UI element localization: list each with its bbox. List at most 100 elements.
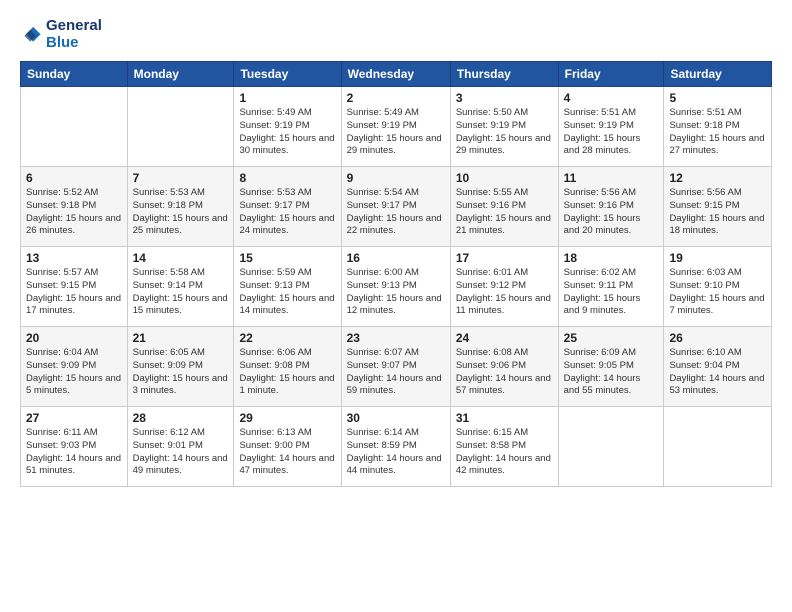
day-info: Sunrise: 5:58 AM Sunset: 9:14 PM Dayligh… xyxy=(133,267,229,318)
calendar-cell: 8 Sunrise: 5:53 AM Sunset: 9:17 PM Daylig… xyxy=(234,167,341,247)
day-number: 4 xyxy=(564,91,659,105)
day-number: 30 xyxy=(347,411,445,425)
day-info: Sunrise: 5:54 AM Sunset: 9:17 PM Dayligh… xyxy=(347,187,445,238)
day-info: Sunrise: 6:09 AM Sunset: 9:05 PM Dayligh… xyxy=(564,347,659,398)
day-info: Sunrise: 6:12 AM Sunset: 9:01 PM Dayligh… xyxy=(133,427,229,478)
calendar-cell: 3Sunrise: 5:50 AM Sunset: 9:19 PM Daylig… xyxy=(450,87,558,167)
calendar-cell: 6Sunrise: 5:52 AM Sunset: 9:18 PM Daylig… xyxy=(21,167,128,247)
day-number: 1 xyxy=(239,91,335,105)
calendar-cell: 16 Sunrise: 6:00 AM Sunset: 9:13 PM Dayli… xyxy=(341,247,450,327)
day-number: 19 xyxy=(669,251,766,265)
day-number: 27 xyxy=(26,411,122,425)
calendar-cell: 25 Sunrise: 6:09 AM Sunset: 9:05 PM Dayli… xyxy=(558,327,664,407)
day-info: Sunrise: 5:53 AM Sunset: 9:18 PM Dayligh… xyxy=(133,187,229,238)
day-info: Sunrise: 5:56 AM Sunset: 9:16 PM Dayligh… xyxy=(564,187,659,238)
day-info: Sunrise: 6:15 AM Sunset: 8:58 PM Dayligh… xyxy=(456,427,553,478)
calendar-cell: 26 Sunrise: 6:10 AM Sunset: 9:04 PM Dayli… xyxy=(664,327,772,407)
calendar-cell xyxy=(664,407,772,487)
weekday-header-tuesday: Tuesday xyxy=(234,62,341,87)
weekday-header-row: SundayMondayTuesdayWednesdayThursdayFrid… xyxy=(21,62,772,87)
day-number: 3 xyxy=(456,91,553,105)
calendar-cell: 29 Sunrise: 6:13 AM Sunset: 9:00 PM Dayli… xyxy=(234,407,341,487)
weekday-header-wednesday: Wednesday xyxy=(341,62,450,87)
day-number: 5 xyxy=(669,91,766,105)
calendar-cell: 20 Sunrise: 6:04 AM Sunset: 9:09 PM Dayli… xyxy=(21,327,128,407)
week-row-5: 27 Sunrise: 6:11 AM Sunset: 9:03 PM Dayli… xyxy=(21,407,772,487)
calendar-cell xyxy=(127,87,234,167)
day-number: 12 xyxy=(669,171,766,185)
day-info: Sunrise: 6:06 AM Sunset: 9:08 PM Dayligh… xyxy=(239,347,335,398)
logo: General Blue xyxy=(20,18,102,51)
day-info: Sunrise: 5:53 AM Sunset: 9:17 PM Dayligh… xyxy=(239,187,335,238)
calendar-cell: 23 Sunrise: 6:07 AM Sunset: 9:07 PM Dayli… xyxy=(341,327,450,407)
day-info: Sunrise: 6:08 AM Sunset: 9:06 PM Dayligh… xyxy=(456,347,553,398)
logo-text-general: General xyxy=(46,18,102,35)
week-row-1: 1 Sunrise: 5:49 AM Sunset: 9:19 PM Daylig… xyxy=(21,87,772,167)
calendar-cell: 13 Sunrise: 5:57 AM Sunset: 9:15 PM Dayli… xyxy=(21,247,128,327)
calendar-cell: 11 Sunrise: 5:56 AM Sunset: 9:16 PM Dayli… xyxy=(558,167,664,247)
day-number: 20 xyxy=(26,331,122,345)
calendar-cell xyxy=(21,87,128,167)
calendar-cell: 22 Sunrise: 6:06 AM Sunset: 9:08 PM Dayli… xyxy=(234,327,341,407)
day-info: Sunrise: 5:51 AM Sunset: 9:18 PM Dayligh… xyxy=(669,107,766,158)
day-number: 8 xyxy=(239,171,335,185)
day-info: Sunrise: 6:13 AM Sunset: 9:00 PM Dayligh… xyxy=(239,427,335,478)
day-info: Sunrise: 6:03 AM Sunset: 9:10 PM Dayligh… xyxy=(669,267,766,318)
weekday-header-monday: Monday xyxy=(127,62,234,87)
calendar-cell: 4 Sunrise: 5:51 AM Sunset: 9:19 PM Daylig… xyxy=(558,87,664,167)
calendar-cell: 10 Sunrise: 5:55 AM Sunset: 9:16 PM Dayli… xyxy=(450,167,558,247)
calendar-cell: 15 Sunrise: 5:59 AM Sunset: 9:13 PM Dayli… xyxy=(234,247,341,327)
day-info: Sunrise: 5:55 AM Sunset: 9:16 PM Dayligh… xyxy=(456,187,553,238)
day-info: Sunrise: 6:05 AM Sunset: 9:09 PM Dayligh… xyxy=(133,347,229,398)
day-number: 17 xyxy=(456,251,553,265)
day-number: 16 xyxy=(347,251,445,265)
day-number: 14 xyxy=(133,251,229,265)
day-info: Sunrise: 6:07 AM Sunset: 9:07 PM Dayligh… xyxy=(347,347,445,398)
logo-icon xyxy=(20,24,42,46)
day-info: Sunrise: 5:49 AM Sunset: 9:19 PM Dayligh… xyxy=(239,107,335,158)
day-number: 10 xyxy=(456,171,553,185)
week-row-3: 13 Sunrise: 5:57 AM Sunset: 9:15 PM Dayli… xyxy=(21,247,772,327)
calendar-cell: 30 Sunrise: 6:14 AM Sunset: 8:59 PM Dayli… xyxy=(341,407,450,487)
day-number: 28 xyxy=(133,411,229,425)
day-info: Sunrise: 6:10 AM Sunset: 9:04 PM Dayligh… xyxy=(669,347,766,398)
day-info: Sunrise: 5:49 AM Sunset: 9:19 PM Dayligh… xyxy=(347,107,445,158)
weekday-header-friday: Friday xyxy=(558,62,664,87)
day-number: 7 xyxy=(133,171,229,185)
calendar-cell: 7 Sunrise: 5:53 AM Sunset: 9:18 PM Daylig… xyxy=(127,167,234,247)
day-info: Sunrise: 6:01 AM Sunset: 9:12 PM Dayligh… xyxy=(456,267,553,318)
day-number: 23 xyxy=(347,331,445,345)
calendar-table: SundayMondayTuesdayWednesdayThursdayFrid… xyxy=(20,61,772,487)
day-number: 13 xyxy=(26,251,122,265)
week-row-2: 6Sunrise: 5:52 AM Sunset: 9:18 PM Daylig… xyxy=(21,167,772,247)
day-number: 18 xyxy=(564,251,659,265)
day-info: Sunrise: 5:59 AM Sunset: 9:13 PM Dayligh… xyxy=(239,267,335,318)
weekday-header-sunday: Sunday xyxy=(21,62,128,87)
day-info: Sunrise: 5:56 AM Sunset: 9:15 PM Dayligh… xyxy=(669,187,766,238)
day-info: Sunrise: 6:00 AM Sunset: 9:13 PM Dayligh… xyxy=(347,267,445,318)
day-number: 15 xyxy=(239,251,335,265)
day-info: Sunrise: 6:14 AM Sunset: 8:59 PM Dayligh… xyxy=(347,427,445,478)
calendar-cell: 14 Sunrise: 5:58 AM Sunset: 9:14 PM Dayli… xyxy=(127,247,234,327)
day-number: 29 xyxy=(239,411,335,425)
day-info: Sunrise: 5:52 AM Sunset: 9:18 PM Dayligh… xyxy=(26,187,122,238)
calendar-cell: 17 Sunrise: 6:01 AM Sunset: 9:12 PM Dayli… xyxy=(450,247,558,327)
calendar-cell: 28 Sunrise: 6:12 AM Sunset: 9:01 PM Dayli… xyxy=(127,407,234,487)
calendar-cell: 1 Sunrise: 5:49 AM Sunset: 9:19 PM Daylig… xyxy=(234,87,341,167)
day-number: 31 xyxy=(456,411,553,425)
day-number: 26 xyxy=(669,331,766,345)
day-number: 9 xyxy=(347,171,445,185)
day-number: 25 xyxy=(564,331,659,345)
week-row-4: 20 Sunrise: 6:04 AM Sunset: 9:09 PM Dayli… xyxy=(21,327,772,407)
day-info: Sunrise: 5:57 AM Sunset: 9:15 PM Dayligh… xyxy=(26,267,122,318)
calendar-cell: 21Sunrise: 6:05 AM Sunset: 9:09 PM Dayli… xyxy=(127,327,234,407)
day-info: Sunrise: 5:51 AM Sunset: 9:19 PM Dayligh… xyxy=(564,107,659,158)
logo-text-blue: Blue xyxy=(46,35,102,52)
day-number: 22 xyxy=(239,331,335,345)
calendar-cell: 18Sunrise: 6:02 AM Sunset: 9:11 PM Dayli… xyxy=(558,247,664,327)
page: General Blue SundayMondayTuesdayWednesda… xyxy=(0,0,792,497)
day-info: Sunrise: 6:04 AM Sunset: 9:09 PM Dayligh… xyxy=(26,347,122,398)
day-info: Sunrise: 6:11 AM Sunset: 9:03 PM Dayligh… xyxy=(26,427,122,478)
day-number: 11 xyxy=(564,171,659,185)
calendar-cell: 31 Sunrise: 6:15 AM Sunset: 8:58 PM Dayli… xyxy=(450,407,558,487)
